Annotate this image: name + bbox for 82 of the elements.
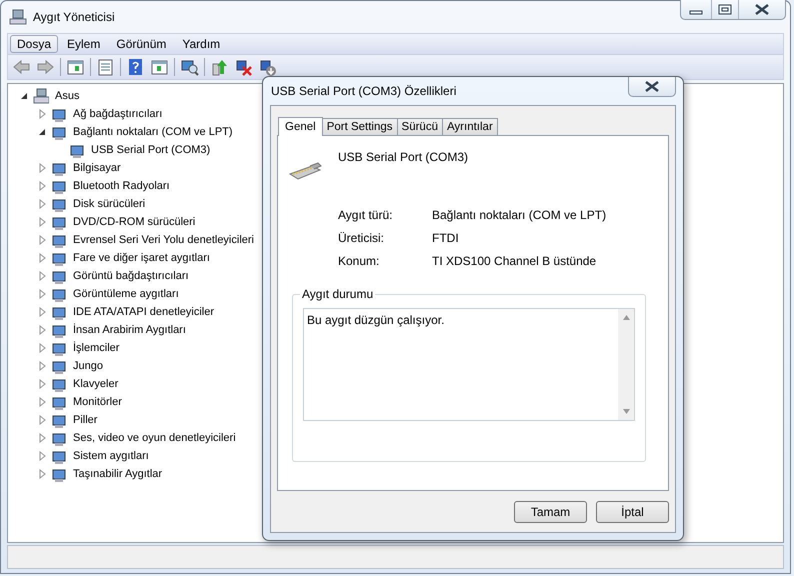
tree-item[interactable]: Disk sürücüleri [71,198,146,210]
menu-item[interactable]: Görünüm [109,35,174,53]
dialog-button[interactable]: İptal [596,501,669,523]
tab[interactable]: Port Settings [322,118,398,135]
tree-item[interactable]: İşlemciler [71,342,120,354]
tree-item[interactable]: Bilgisayar [71,162,121,174]
expand-arrow-icon[interactable] [37,289,47,299]
computer-icon [9,9,27,25]
expand-arrow-icon[interactable] [37,163,47,173]
tree-item[interactable]: Sistem aygıtları [71,450,149,462]
serial-port-icon [288,162,322,182]
tree-item[interactable]: İnsan Arabirim Aygıtları [71,324,186,336]
tree-item[interactable]: Fare ve diğer işaret aygıtları [71,252,210,264]
tree-item[interactable]: Taşınabilir Aygıtlar [71,468,162,480]
expand-arrow-icon[interactable] [37,325,47,335]
tree-item[interactable]: IDE ATA/ATAPI denetleyiciler [71,306,214,318]
group-title: Aygıt durumu [300,287,376,301]
tree-item[interactable]: Ağ bağdaştırıcıları [71,108,162,120]
help-icon[interactable] [126,58,145,76]
tree-item[interactable]: Görüntüleme aygıtları [71,288,179,300]
menu-item[interactable]: Yardım [175,35,228,53]
device-up-arrow-icon[interactable] [210,58,229,76]
tab[interactable]: Ayrıntılar [442,118,498,135]
status-text: Bu aygıt düzgün çalışıyor. [306,312,444,327]
tree-item[interactable]: Bağlantı noktaları (COM ve LPT) [71,126,233,138]
property-label: Üreticisi: [338,231,384,245]
expand-arrow-icon[interactable] [37,343,47,353]
forward-arrow-icon[interactable] [36,58,55,76]
expand-arrow-icon[interactable] [37,397,47,407]
status-text-area[interactable]: Bu aygıt düzgün çalışıyor. [303,308,635,421]
tree-item[interactable]: USB Serial Port (COM3) [89,144,210,156]
monitor-magnifier-icon[interactable] [180,58,199,76]
window-panel-icon[interactable] [66,58,85,76]
expand-arrow-icon[interactable] [37,271,47,281]
expand-arrow-icon[interactable] [37,253,47,263]
document-list-icon[interactable] [96,58,115,76]
tree-item[interactable]: Klavyeler [71,378,118,390]
scrollbar[interactable] [618,309,634,420]
dialog-button[interactable]: Tamam [514,501,587,523]
window-title: Aygıt Yöneticisi [33,10,115,24]
collapse-arrow-icon[interactable] [37,127,47,137]
tree-item[interactable]: DVD/CD-ROM sürücüleri [71,216,196,228]
tab[interactable]: Genel [278,117,323,136]
expand-arrow-icon[interactable] [37,109,47,119]
property-label: Konum: [338,254,380,268]
expand-arrow-icon[interactable] [37,361,47,371]
property-value: Bağlantı noktaları (COM ve LPT) [432,208,606,222]
expand-arrow-icon[interactable] [37,181,47,191]
expand-arrow-icon[interactable] [37,199,47,209]
menu-item[interactable]: Dosya [10,35,58,53]
tree-item[interactable]: Piller [71,414,98,426]
collapse-arrow-icon[interactable] [19,91,29,101]
computer-icon [33,88,49,104]
expand-arrow-icon[interactable] [37,469,47,479]
tree-item[interactable]: Ses, video ve oyun denetleyicileri [71,432,236,444]
scroll-down-icon[interactable] [622,409,630,414]
property-label: Aygıt türü: [338,208,392,222]
device-x-icon[interactable] [234,58,253,76]
device-name: USB Serial Port (COM3) [338,150,468,164]
close-button[interactable] [628,77,676,97]
property-value: TI XDS100 Channel B üstünde [432,254,596,268]
window-panel-icon[interactable] [150,58,169,76]
expand-arrow-icon[interactable] [37,415,47,425]
expand-arrow-icon[interactable] [37,451,47,461]
expand-arrow-icon[interactable] [37,433,47,443]
expand-arrow-icon[interactable] [37,217,47,227]
tree-item[interactable]: Evrensel Seri Veri Yolu denetleyicileri [71,234,254,246]
property-value: FTDI [432,231,459,245]
tree-item[interactable]: Asus [53,90,80,102]
tree-item[interactable]: Jungo [71,360,103,372]
scroll-up-icon[interactable] [622,315,630,320]
tree-item[interactable]: Görüntü bağdaştırıcıları [71,270,189,282]
expand-arrow-icon[interactable] [37,379,47,389]
device-down-arrow-icon[interactable] [258,58,277,76]
tree-item[interactable]: Bluetooth Radyoları [71,180,170,192]
tab[interactable]: Sürücü [396,118,443,135]
menu-item[interactable]: Eylem [60,35,108,53]
expand-arrow-icon[interactable] [37,235,47,245]
tree-item[interactable]: Monitörler [71,396,122,408]
back-arrow-icon[interactable] [12,58,31,76]
dialog-title: USB Serial Port (COM3) Özellikleri [270,84,456,98]
expand-arrow-icon[interactable] [37,307,47,317]
